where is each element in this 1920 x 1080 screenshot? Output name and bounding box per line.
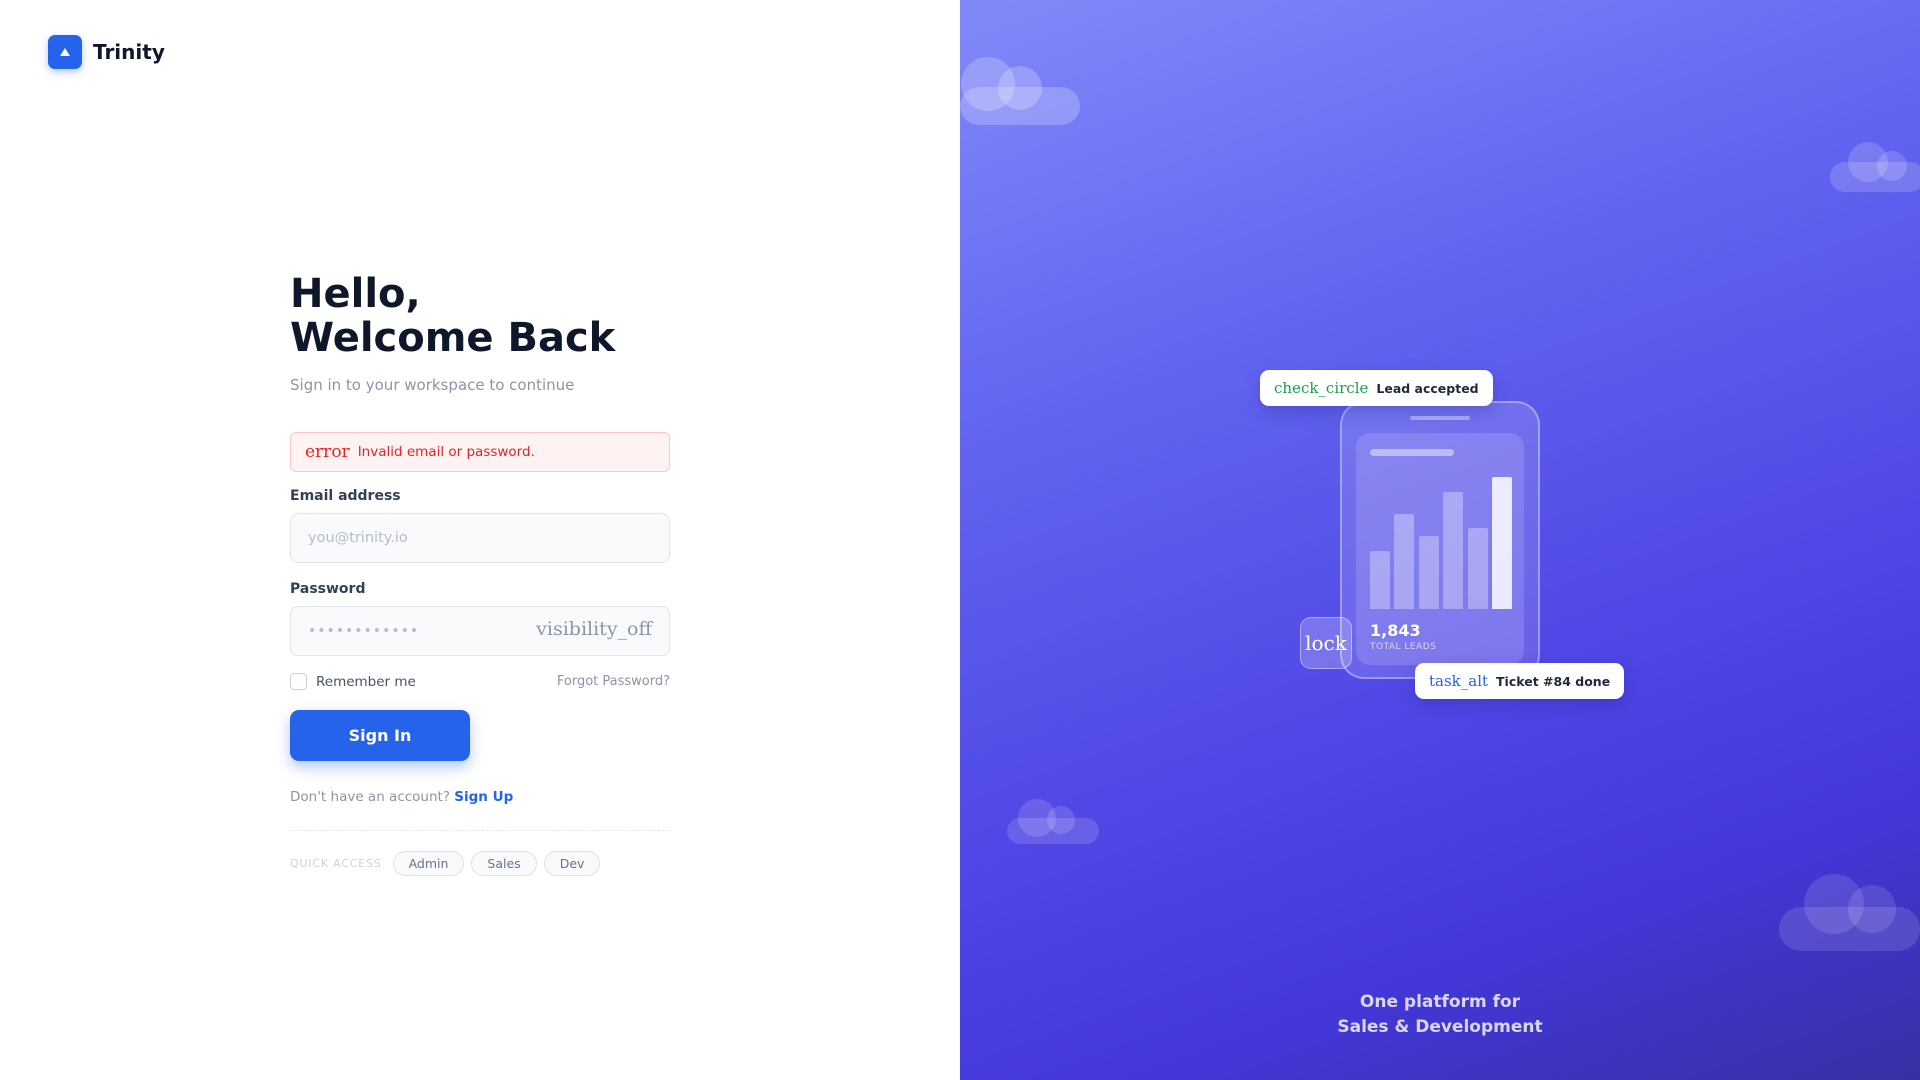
ticket-done-label: Ticket #84 done <box>1496 673 1611 689</box>
brand[interactable]: Trinity <box>48 35 165 69</box>
screen-header-bar <box>1370 449 1454 456</box>
forgot-password-link[interactable]: Forgot Password? <box>557 674 670 689</box>
total-leads-value: 1,843 <box>1370 621 1421 640</box>
remember-label[interactable]: Remember me <box>316 674 416 690</box>
password-value: •••••••••••• <box>308 623 420 639</box>
phone-notch <box>1410 416 1470 420</box>
error-message: Invalid email or password. <box>357 444 535 460</box>
sign-up-link[interactable]: Sign Up <box>454 789 513 805</box>
tagline-line-1: One platform for <box>1359 992 1521 1012</box>
chart-bar <box>1467 528 1488 609</box>
password-label: Password <box>290 581 366 597</box>
task-alt-icon: task_alt <box>1429 672 1489 690</box>
title-line-2: Welcome Back <box>290 315 616 361</box>
divider <box>290 830 670 831</box>
error-alert: error Invalid email or password. <box>290 432 670 472</box>
login-panel: Trinity Hello, Welcome Back Sign in to y… <box>0 0 960 1080</box>
cloud-decoration <box>1007 799 1099 844</box>
tagline: One platform for Sales & Development <box>1240 990 1640 1040</box>
check-circle-icon: check_circle <box>1274 379 1369 397</box>
chart-bar <box>1418 536 1439 609</box>
title-line-1: Hello, <box>290 271 421 317</box>
cloud-decoration <box>1779 874 1920 951</box>
visibility-off-icon[interactable]: visibility_off <box>536 618 652 640</box>
phone-screen: 1,843 TOTAL LEADS <box>1356 433 1524 665</box>
chart-bar <box>1492 477 1512 609</box>
quick-access-dev[interactable]: Dev <box>543 851 601 876</box>
error-icon: error <box>305 442 350 462</box>
lead-accepted-badge: check_circle Lead accepted <box>1260 370 1493 406</box>
signup-row: Don't have an account? Sign Up <box>290 789 670 805</box>
chart-bar <box>1394 514 1415 609</box>
login-options: Remember me Forgot Password? <box>290 673 670 690</box>
cloud-decoration <box>1830 142 1920 192</box>
quick-access-sales[interactable]: Sales <box>471 851 537 876</box>
sign-in-button[interactable]: Sign In <box>290 710 470 761</box>
phone-mockup: 1,843 TOTAL LEADS <box>1340 401 1540 679</box>
chart-bar <box>1443 492 1464 609</box>
login-form: Hello, Welcome Back Sign in to your work… <box>290 272 670 876</box>
page-subtitle: Sign in to your workspace to continue <box>290 376 575 394</box>
total-leads-label: TOTAL LEADS <box>1370 642 1437 652</box>
tagline-line-2: Sales & Development <box>1337 1017 1543 1037</box>
cloud-decoration <box>960 57 1080 125</box>
email-field[interactable]: you@trinity.io <box>290 513 670 563</box>
email-placeholder: you@trinity.io <box>308 530 408 546</box>
chart-bar <box>1370 551 1390 609</box>
bar-chart <box>1370 477 1512 609</box>
remember-checkbox[interactable] <box>290 673 307 690</box>
brand-name: Trinity <box>93 40 165 64</box>
quick-access-label: QUICK ACCESS <box>290 857 382 870</box>
email-label: Email address <box>290 488 401 504</box>
hero-panel: 1,843 TOTAL LEADS check_circle Lead acce… <box>960 0 1920 1080</box>
page-title: Hello, Welcome Back <box>290 272 670 360</box>
password-field[interactable]: •••••••••••• visibility_off <box>290 606 670 656</box>
triangle-up-icon <box>48 35 82 69</box>
lead-accepted-label: Lead accepted <box>1376 380 1479 396</box>
quick-access-admin[interactable]: Admin <box>392 851 465 876</box>
ticket-done-badge: task_alt Ticket #84 done <box>1415 663 1625 699</box>
signup-prompt: Don't have an account? <box>290 789 450 805</box>
quick-access: QUICK ACCESS Admin Sales Dev <box>290 851 670 876</box>
remember-me[interactable]: Remember me <box>290 673 416 690</box>
lock-icon: lock <box>1300 617 1352 669</box>
